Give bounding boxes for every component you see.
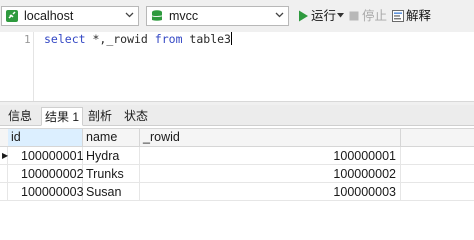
sql-table-name: table3 [182,32,231,46]
row-selector[interactable] [0,165,8,183]
text-caret [230,32,232,45]
run-button[interactable]: 运行 [296,7,346,25]
cell-rowid[interactable]: 100000003 [140,183,401,201]
cell-id[interactable]: 100000001 [8,147,84,165]
play-icon [299,10,308,22]
database-name: mvcc [169,9,199,23]
column-header-id[interactable]: id [8,129,83,146]
sql-keyword-select: select [44,32,86,46]
row-selector[interactable] [0,183,8,201]
sql-query-text[interactable]: select *,_rowid from table3 [44,32,232,46]
result-tab-bar: 信息 结果 1 剖析 状态 [0,105,474,126]
line-number-gutter: 1 [0,32,34,101]
cell-rowid[interactable]: 100000002 [140,165,401,183]
connection-icon [6,10,18,22]
sql-editor[interactable]: 1 select *,_rowid from table3 [0,32,474,101]
table-row[interactable]: 100000002 Trunks 100000002 [0,165,474,183]
cell-id[interactable]: 100000003 [8,183,84,201]
grid-header-row: id name _rowid [0,128,474,147]
database-select[interactable]: mvcc [146,6,289,26]
result-grid: id name _rowid ▶ 100000001 Hydra 1000000… [0,127,474,219]
run-label: 运行 [311,9,337,23]
tab-profile[interactable]: 剖析 [83,107,117,126]
cell-name[interactable]: Hydra [83,147,140,165]
stop-label: 停止 [362,9,388,23]
cell-rowid[interactable]: 100000001 [140,147,401,165]
explain-icon [392,10,404,22]
explain-label: 解释 [406,9,432,23]
connection-name: localhost [24,9,74,23]
column-header-rowid[interactable]: _rowid [140,129,401,146]
table-row[interactable]: ▶ 100000001 Hydra 100000001 [0,147,474,165]
stop-icon [349,11,359,21]
stop-button[interactable]: 停止 [348,7,390,25]
connection-select[interactable]: localhost [1,6,139,26]
database-icon [151,10,163,21]
tab-result-1[interactable]: 结果 1 [41,107,83,126]
line-number: 1 [24,33,31,46]
chevron-down-icon[interactable] [337,13,344,18]
cell-id[interactable]: 100000002 [8,165,84,183]
row-selector[interactable]: ▶ [0,147,8,165]
query-toolbar: localhost mvcc 运行 停止 解释 [0,0,474,32]
cell-name[interactable]: Susan [83,183,140,201]
sql-keyword-from: from [154,32,183,46]
tab-status[interactable]: 状态 [118,107,154,126]
table-row[interactable]: 100000003 Susan 100000003 [0,183,474,201]
chevron-down-icon [275,12,284,18]
cell-name[interactable]: Trunks [83,165,140,183]
tab-info[interactable]: 信息 [3,107,37,126]
column-header-name[interactable]: name [83,129,140,146]
explain-button[interactable]: 解释 [392,7,438,25]
sql-column-list: *,_rowid [85,32,155,46]
chevron-down-icon [125,12,134,18]
